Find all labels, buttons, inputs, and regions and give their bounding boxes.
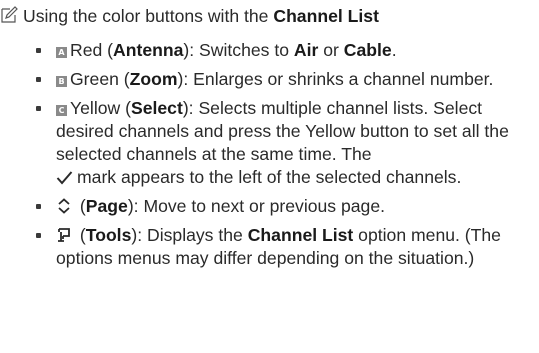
text: . [391, 40, 397, 60]
key-name: Antenna [113, 40, 184, 60]
list-item-tools: (Tools): Displays the Channel List optio… [0, 224, 539, 270]
text: ( [102, 40, 114, 60]
list-item-green: B Green (Zoom): Enlarges or shrinks a cha… [0, 68, 539, 91]
key-name: Select [130, 98, 183, 118]
list-item-page: (Page): Move to next or previous page. [0, 195, 539, 218]
text: ( [75, 225, 86, 245]
bullet [36, 233, 41, 238]
text: or [318, 40, 344, 60]
option-cable: Cable [343, 40, 392, 60]
section-heading: Using the color buttons with the Channel… [0, 5, 379, 28]
manual-page: Using the color buttons with the Channel… [0, 0, 539, 353]
b-button-icon: B [56, 76, 67, 87]
heading-bold: Channel List [273, 6, 379, 26]
key-name: Tools [85, 225, 132, 245]
option-air: Air [293, 40, 319, 60]
text: ): Enlarges or shrinks a channel number. [177, 69, 494, 89]
list-item-red: A Red (Antenna): Switches to Air or Cable… [0, 39, 539, 62]
text: ): Move to next or previous page. [127, 196, 386, 216]
text: ): Switches to [183, 40, 294, 60]
checkmark-icon [56, 171, 73, 185]
tools-icon [58, 228, 70, 242]
color-name: Green [70, 69, 119, 89]
heading-text: Using the color buttons with the [23, 6, 274, 26]
bullet [36, 204, 41, 209]
bullet [36, 77, 41, 82]
key-name: Page [85, 196, 128, 216]
text: ( [118, 69, 130, 89]
channel-list-bold: Channel List [247, 225, 354, 245]
text: mark appears to the left of the selected… [77, 167, 462, 187]
bullet [36, 106, 41, 111]
text: ): Displays the [131, 225, 248, 245]
text: ( [75, 196, 86, 216]
up-down-arrow-icon [58, 198, 70, 214]
list-item-yellow: C Yellow (Select): Selects multiple chann… [0, 97, 539, 189]
c-button-icon: C [56, 105, 67, 116]
color-name: Yellow [70, 98, 121, 118]
key-name: Zoom [129, 69, 178, 89]
color-name: Red [70, 40, 103, 60]
color-button-list: A Red (Antenna): Switches to Air or Cable… [0, 39, 539, 276]
text: ( [120, 98, 131, 118]
bullet [36, 48, 41, 53]
a-button-icon: A [56, 47, 67, 58]
note-pencil-icon [1, 6, 18, 23]
